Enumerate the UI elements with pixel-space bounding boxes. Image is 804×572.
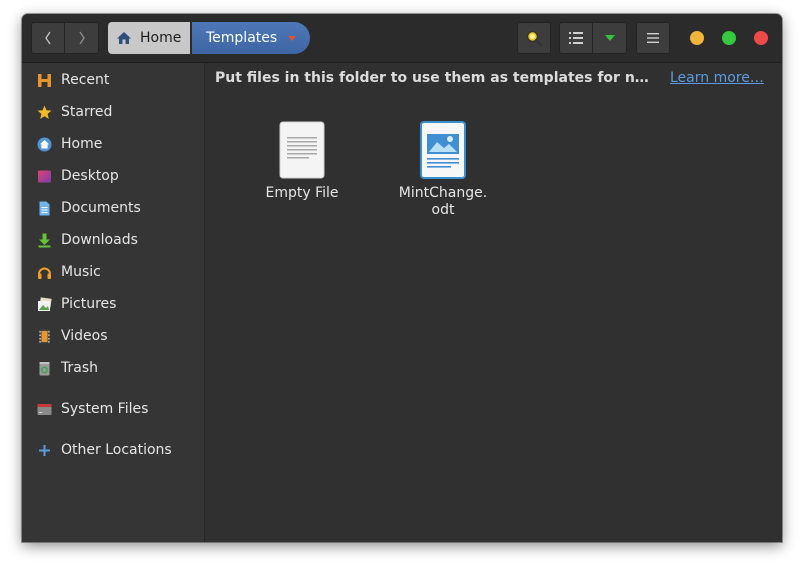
maximize-button[interactable] [722, 31, 736, 45]
star-icon [37, 105, 52, 119]
chevron-left-icon [45, 31, 51, 45]
sidebar-item-starred[interactable]: Starred [22, 97, 204, 127]
sidebar-item-label: Recent [61, 72, 110, 88]
videos-icon [39, 329, 50, 344]
breadcrumb-templates-label: Templates [206, 30, 278, 46]
main-menu-button[interactable] [636, 22, 670, 54]
breadcrumb-home[interactable]: Home [108, 22, 190, 54]
sidebar-item-music[interactable]: Music [22, 257, 204, 287]
learn-more-link[interactable]: Learn more… [670, 70, 764, 86]
home-icon [117, 32, 131, 44]
sidebar-item-recent[interactable]: Recent [22, 65, 204, 95]
sidebar-item-documents[interactable]: Documents [22, 193, 204, 223]
file-item-mintchange-odt[interactable]: MintChange. odt [395, 121, 491, 219]
sidebar-item-label: Documents [61, 200, 141, 216]
breadcrumb-templates[interactable]: Templates [192, 22, 310, 54]
file-name: Empty File [265, 185, 339, 201]
writer-document-icon [420, 121, 466, 179]
triangle-down-icon [604, 35, 615, 41]
sidebar-item-label: Starred [61, 104, 113, 120]
plus-icon [39, 445, 50, 456]
documents-icon [39, 201, 50, 216]
sidebar: Recent Starred Home Desktop Documents Do… [22, 63, 205, 542]
forward-button[interactable] [65, 22, 99, 54]
back-button[interactable] [31, 22, 65, 54]
music-icon [38, 267, 51, 279]
templates-info-bar: Put files in this folder to use them as … [205, 63, 782, 95]
sidebar-item-label: Music [61, 264, 101, 280]
home-icon [37, 137, 52, 152]
list-view-button[interactable] [559, 22, 593, 54]
breadcrumb-home-label: Home [140, 30, 182, 46]
sidebar-item-label: Home [61, 136, 103, 152]
sidebar-item-system-files[interactable]: System Files [22, 394, 204, 424]
sidebar-item-label: Videos [61, 328, 108, 344]
file-manager-window: Home Templates Recent Starred Home Deskt… [22, 14, 782, 542]
close-button[interactable] [754, 31, 768, 45]
sidebar-item-label: Desktop [61, 168, 119, 184]
search-icon [526, 30, 543, 47]
sidebar-item-desktop[interactable]: Desktop [22, 161, 204, 191]
list-view-icon [569, 32, 583, 44]
caret-down-icon [288, 36, 296, 41]
info-message: Put files in this folder to use them as … [215, 70, 655, 86]
chevron-right-icon [78, 31, 85, 45]
sidebar-item-videos[interactable]: Videos [22, 321, 204, 351]
hamburger-icon [647, 33, 659, 43]
pictures-icon [38, 297, 52, 311]
file-item-empty-file[interactable]: Empty File [254, 121, 350, 202]
sidebar-item-pictures[interactable]: Pictures [22, 289, 204, 319]
downloads-icon [38, 233, 51, 248]
sidebar-item-label: Other Locations [61, 442, 172, 458]
sidebar-item-label: Downloads [61, 232, 138, 248]
file-name: MintChange. odt [398, 185, 488, 218]
drive-icon [37, 404, 52, 415]
view-options-button[interactable] [593, 22, 627, 54]
minimize-button[interactable] [690, 31, 704, 45]
trash-icon [39, 362, 50, 376]
sidebar-item-downloads[interactable]: Downloads [22, 225, 204, 255]
sidebar-item-label: Trash [61, 360, 98, 376]
recent-icon [38, 74, 51, 87]
header-bar: Home Templates [22, 14, 782, 63]
sidebar-item-label: System Files [61, 401, 149, 417]
desktop-icon [38, 170, 51, 183]
sidebar-item-other-locations[interactable]: Other Locations [22, 435, 204, 465]
sidebar-item-label: Pictures [61, 296, 117, 312]
sidebar-item-home[interactable]: Home [22, 129, 204, 159]
sidebar-item-trash[interactable]: Trash [22, 353, 204, 383]
file-view: Put files in this folder to use them as … [205, 63, 782, 542]
text-file-icon [279, 121, 325, 179]
search-button[interactable] [517, 22, 551, 54]
